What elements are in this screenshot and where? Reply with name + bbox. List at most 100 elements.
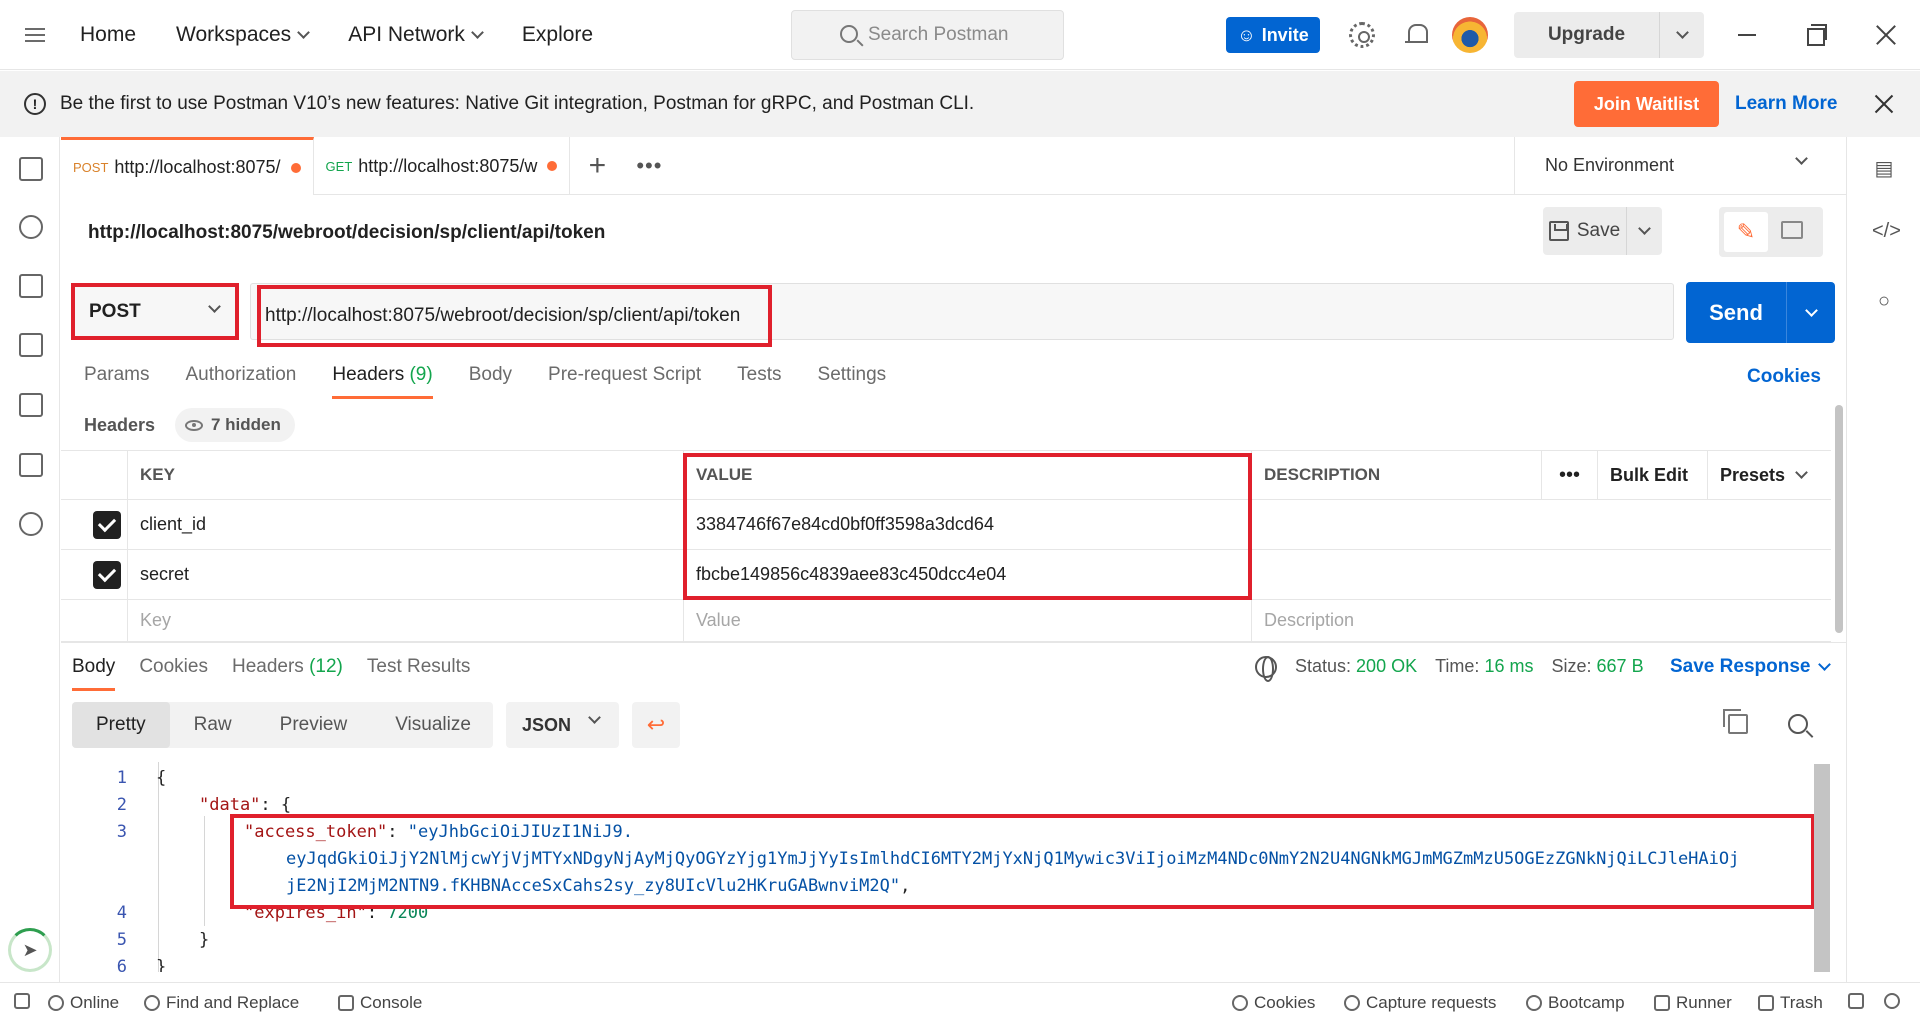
save-dropdown[interactable] bbox=[1627, 207, 1662, 255]
nav-home[interactable]: Home bbox=[80, 23, 136, 47]
unsaved-dot-icon bbox=[547, 161, 558, 171]
rocket-launch-icon[interactable]: ➤ bbox=[8, 928, 52, 972]
close-banner-icon[interactable] bbox=[1872, 92, 1896, 116]
pane-divider[interactable] bbox=[61, 642, 1846, 643]
two-pane-icon[interactable] bbox=[1848, 993, 1864, 1009]
invite-button[interactable]: ☺ Invite bbox=[1226, 17, 1320, 53]
history-icon[interactable] bbox=[19, 512, 43, 536]
send-button[interactable]: Send bbox=[1686, 282, 1835, 343]
add-user-icon: ☺ bbox=[1237, 24, 1256, 45]
json-key: "data" bbox=[199, 795, 261, 815]
pencil-icon[interactable]: ✎ bbox=[1724, 212, 1768, 252]
view-preview[interactable]: Preview bbox=[256, 702, 372, 748]
console-button[interactable]: Console bbox=[338, 993, 422, 1013]
comment-icon[interactable] bbox=[1781, 221, 1803, 239]
header-key-cell[interactable]: secret bbox=[127, 550, 683, 599]
row-checkbox[interactable] bbox=[61, 500, 127, 549]
documentation-icon[interactable]: ▤ bbox=[1872, 157, 1896, 181]
header-description-cell[interactable] bbox=[1251, 500, 1831, 549]
search-response-icon[interactable] bbox=[1788, 714, 1808, 734]
code-scrollbar[interactable] bbox=[1814, 764, 1830, 972]
copy-icon[interactable] bbox=[1723, 709, 1748, 734]
notification-bell-icon[interactable] bbox=[1404, 22, 1430, 48]
send-dropdown[interactable] bbox=[1787, 282, 1835, 343]
cookies-button[interactable]: Cookies bbox=[1232, 993, 1315, 1013]
bulk-edit-button[interactable]: Bulk Edit bbox=[1597, 451, 1707, 499]
header-key-cell[interactable]: client_id bbox=[127, 500, 683, 549]
status-group[interactable]: Status: 200 OK bbox=[1295, 656, 1417, 677]
save-response-button[interactable]: Save Response bbox=[1670, 656, 1832, 678]
globe-icon[interactable] bbox=[1255, 656, 1277, 682]
hidden-headers-toggle[interactable]: 7 hidden bbox=[175, 408, 295, 442]
find-replace-button[interactable]: Find and Replace bbox=[144, 993, 299, 1013]
avatar[interactable] bbox=[1452, 17, 1488, 53]
environment-select[interactable]: No Environment bbox=[1514, 137, 1846, 195]
toggle-sidebar-icon[interactable] bbox=[14, 993, 30, 1009]
bootcamp-button[interactable]: Bootcamp bbox=[1526, 993, 1625, 1013]
method-select[interactable]: POST bbox=[71, 283, 239, 340]
tab-prerequest-script[interactable]: Pre-request Script bbox=[548, 364, 701, 399]
row-checkbox[interactable] bbox=[61, 550, 127, 599]
line-number: 1 bbox=[116, 768, 127, 788]
header-description-cell[interactable] bbox=[1251, 550, 1831, 599]
request-tab[interactable]: POST http://localhost:8075/ bbox=[61, 137, 314, 195]
tab-headers[interactable]: Headers (9) bbox=[332, 364, 433, 399]
presets-dropdown[interactable]: Presets bbox=[1707, 451, 1831, 499]
nav-api-network[interactable]: API Network bbox=[348, 23, 484, 47]
request-title[interactable]: http://localhost:8075/webroot/decision/s… bbox=[88, 222, 605, 244]
response-tab-headers[interactable]: Headers (12) bbox=[232, 656, 343, 691]
menu-icon[interactable] bbox=[0, 0, 70, 70]
new-key-input[interactable]: Key bbox=[127, 600, 683, 641]
apis-icon[interactable] bbox=[19, 215, 43, 239]
view-visualize[interactable]: Visualize bbox=[371, 702, 495, 748]
restore-icon[interactable] bbox=[1805, 22, 1831, 48]
view-raw[interactable]: Raw bbox=[170, 702, 256, 748]
tab-settings[interactable]: Settings bbox=[818, 364, 887, 399]
wrap-lines-icon[interactable]: ↩ bbox=[632, 702, 680, 748]
upgrade-dropdown[interactable] bbox=[1660, 12, 1704, 58]
cookies-link[interactable]: Cookies bbox=[1747, 366, 1821, 388]
nav-explore[interactable]: Explore bbox=[522, 23, 593, 47]
url-input[interactable]: http://localhost:8075/webroot/decision/s… bbox=[257, 285, 772, 347]
more-options-icon[interactable]: ••• bbox=[1541, 451, 1597, 499]
tab-params[interactable]: Params bbox=[84, 364, 149, 399]
flows-icon[interactable] bbox=[19, 453, 43, 477]
response-tab-cookies[interactable]: Cookies bbox=[139, 656, 208, 691]
tab-tests[interactable]: Tests bbox=[737, 364, 781, 399]
time-group[interactable]: Time: 16 ms bbox=[1435, 656, 1533, 677]
monitors-icon[interactable] bbox=[19, 393, 43, 417]
new-value-input[interactable]: Value bbox=[683, 600, 1251, 641]
size-group[interactable]: Size: 667 B bbox=[1551, 656, 1643, 677]
collections-icon[interactable] bbox=[19, 157, 43, 181]
tab-authorization[interactable]: Authorization bbox=[185, 364, 296, 399]
online-status[interactable]: Online bbox=[48, 993, 119, 1013]
code-icon[interactable]: </> bbox=[1872, 219, 1901, 243]
close-window-icon[interactable] bbox=[1874, 22, 1900, 48]
nav-workspaces[interactable]: Workspaces bbox=[176, 23, 311, 47]
settings-gear-icon[interactable] bbox=[1349, 22, 1375, 48]
join-waitlist-button[interactable]: Join Waitlist bbox=[1574, 81, 1719, 127]
response-tab-test-results[interactable]: Test Results bbox=[367, 656, 470, 691]
lightbulb-icon[interactable]: ○ bbox=[1872, 289, 1896, 313]
trash-button[interactable]: Trash bbox=[1758, 993, 1823, 1013]
new-tab-plus-icon[interactable]: + bbox=[570, 137, 624, 194]
view-pretty[interactable]: Pretty bbox=[72, 702, 170, 748]
tab-body[interactable]: Body bbox=[469, 364, 512, 399]
save-button[interactable]: Save bbox=[1543, 207, 1662, 255]
environments-icon[interactable] bbox=[19, 274, 43, 298]
format-select[interactable]: JSON bbox=[506, 702, 619, 748]
upgrade-button[interactable]: Upgrade bbox=[1514, 12, 1704, 58]
minimize-icon[interactable] bbox=[1735, 22, 1761, 48]
table-row-new: Key Value Description bbox=[61, 600, 1831, 642]
search-input[interactable]: Search Postman bbox=[791, 10, 1064, 60]
more-tabs-icon[interactable]: ••• bbox=[624, 137, 674, 194]
help-icon[interactable] bbox=[1884, 993, 1900, 1009]
new-description-input[interactable]: Description bbox=[1251, 600, 1831, 641]
response-tab-body[interactable]: Body bbox=[72, 656, 116, 691]
capture-requests-button[interactable]: Capture requests bbox=[1344, 993, 1496, 1013]
runner-button[interactable]: Runner bbox=[1654, 993, 1732, 1013]
request-tab[interactable]: GET http://localhost:8075/w bbox=[314, 137, 571, 195]
scrollbar[interactable] bbox=[1835, 405, 1843, 633]
mock-servers-icon[interactable] bbox=[19, 333, 43, 357]
learn-more-link[interactable]: Learn More bbox=[1735, 93, 1837, 115]
